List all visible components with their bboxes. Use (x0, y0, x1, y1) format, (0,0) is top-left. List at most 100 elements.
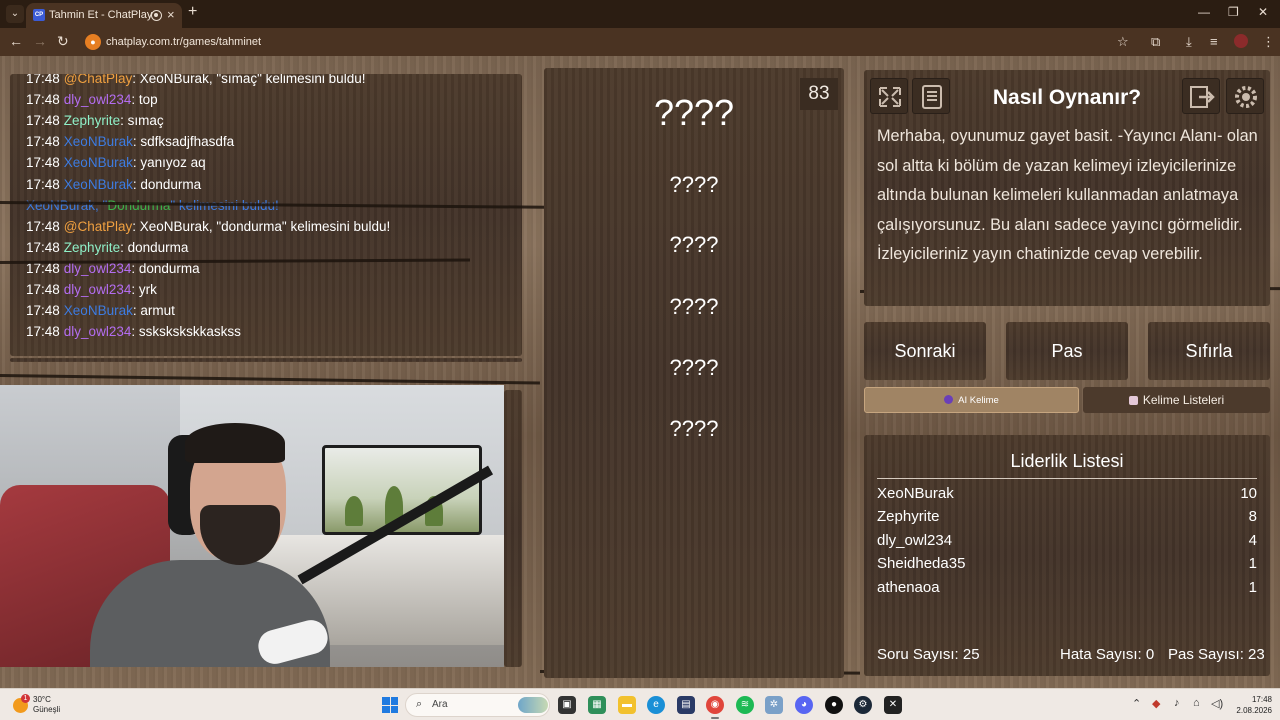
discord-icon[interactable]: ◕ (795, 696, 813, 714)
spotify-icon[interactable]: ≋ (736, 696, 754, 714)
leaderboard-row: athenaoa 1 (877, 579, 1257, 601)
new-tab-icon[interactable]: + (188, 3, 197, 21)
chatplay-favicon-icon: CP (33, 9, 45, 21)
chat-text: : top (131, 92, 158, 108)
chat-username[interactable]: XeoNBurak (64, 177, 133, 192)
browser-menu-icon[interactable]: ⋮ (1262, 34, 1275, 50)
edge-icon[interactable]: e (647, 696, 665, 714)
chat-username[interactable]: dly_owl234 (64, 92, 132, 107)
forbidden-word: ???? (669, 416, 719, 441)
chat-text: : armut (132, 303, 175, 319)
search-placeholder: Ara (432, 699, 448, 710)
system-clock[interactable]: 17:48 2.08.2026 (1232, 694, 1272, 716)
gear-icon[interactable] (1226, 78, 1264, 114)
chat-message: 17:48 XeoNBurak: armut (26, 303, 175, 318)
settings-app-icon[interactable]: ✲ (765, 696, 783, 714)
chat-username[interactable]: dly_owl234 (64, 282, 132, 297)
chat-username[interactable]: Zephyrite (64, 113, 120, 128)
taskbar-search[interactable]: ⌕ Ara (405, 693, 550, 717)
word-lists-label: Kelime Listeleri (1142, 393, 1225, 407)
exit-icon[interactable] (1182, 78, 1220, 114)
pass-button[interactable]: Pas (1006, 322, 1128, 380)
chat-text: : yanıyoz aq (132, 155, 206, 171)
tray-chevron-icon[interactable]: ⌃ (1132, 697, 1141, 710)
chat-text: : yrk (131, 282, 157, 297)
notification-badge: 1 (21, 694, 30, 703)
list-icon (1128, 396, 1138, 405)
webcam-feed (0, 385, 504, 667)
obs-icon[interactable]: ● (825, 696, 843, 714)
leaderboard-row: dly_owl234 4 (877, 532, 1257, 554)
player-name: Sheidheda35 (877, 555, 966, 572)
word-lists-tab[interactable]: Kelime Listeleri (1083, 387, 1270, 413)
back-icon[interactable]: ← (9, 33, 23, 49)
weather-widget[interactable]: 30°C Güneşli (33, 695, 60, 715)
chat-username[interactable]: XeoNBurak (64, 134, 133, 149)
media-control-icon[interactable]: ≡ (1210, 34, 1218, 49)
task-view-icon[interactable]: ▣ (558, 696, 576, 714)
how-to-play-text: Merhaba, oyunumuz gayet basit. -Yayıncı … (877, 127, 1258, 263)
forbidden-word: ???? (669, 294, 719, 319)
chat-username[interactable]: @ChatPlay (64, 219, 132, 234)
clock-time: 17:48 (1251, 695, 1272, 704)
forward-icon[interactable]: → (33, 33, 47, 49)
chat-username[interactable]: XeoNBurak (64, 155, 133, 170)
site-info-icon[interactable]: ● (85, 34, 101, 50)
browser-tab[interactable]: CP Tahmin Et - ChatPlay × (26, 3, 182, 28)
divider (877, 478, 1257, 479)
url-field[interactable]: chatplay.com.tr/games/tahminet (106, 36, 261, 48)
wood-crack (0, 374, 540, 385)
recording-icon (151, 10, 162, 21)
notes-icon[interactable] (912, 78, 950, 114)
reset-button[interactable]: Sıfırla (1148, 322, 1270, 380)
chat-timestamp: 17:48 (26, 218, 60, 234)
word-list-panel: 83 ???? ???? ???? ???? ???? ???? (544, 68, 844, 678)
extensions-icon[interactable]: ⧉ (1151, 34, 1160, 50)
chat-username[interactable]: dly_owl234 (64, 324, 132, 339)
leaderboard-row: XeoNBurak 10 (877, 485, 1257, 507)
next-button[interactable]: Sonraki (864, 322, 986, 380)
chat-timestamp: 17:48 (26, 74, 60, 86)
tab-close-icon[interactable]: × (167, 7, 175, 22)
chrome-icon[interactable]: ◉ (706, 696, 724, 719)
fullscreen-icon[interactable] (870, 78, 908, 114)
tab-search-icon[interactable]: ⌄ (6, 5, 24, 23)
leaderboard-row: Zephyrite 8 (877, 508, 1257, 530)
restore-icon[interactable]: ❐ (1228, 5, 1239, 19)
ai-word-tab[interactable]: AI Kelime (864, 387, 1079, 413)
leaderboard-row: Sheidheda35 1 (877, 555, 1257, 577)
profile-avatar[interactable] (1234, 34, 1248, 48)
start-windows-icon[interactable] (382, 697, 398, 713)
player-score: 8 (1248, 508, 1257, 525)
network-icon[interactable]: ⌂ (1193, 697, 1200, 709)
file-explorer-icon[interactable]: ▬ (618, 696, 636, 714)
microphone-icon[interactable]: ♪ (1174, 697, 1180, 709)
minimize-icon[interactable]: — (1198, 5, 1210, 19)
reload-icon[interactable]: ↻ (57, 33, 69, 50)
chat-username[interactable]: XeoNBurak (64, 303, 133, 318)
chat-timestamp: 17:48 (26, 113, 60, 129)
bookmark-star-icon[interactable]: ☆ (1117, 34, 1129, 50)
store-icon[interactable]: ▤ (677, 696, 695, 714)
game-page: 17:48 @ChatPlay: XeoNBurak, "sımaç" kelim… (0, 56, 1280, 688)
forbidden-word: ???? (669, 232, 719, 257)
chat-timestamp: 17:48 (26, 134, 60, 150)
chat-text: : dondurma (132, 176, 202, 192)
how-to-play-panel: Nasıl Oynanır? Merhaba, oyunumuz gayet b… (864, 70, 1270, 306)
address-bar: ← → ↻ ● chatplay.com.tr/games/tahminet ☆… (0, 28, 1280, 56)
chat-username[interactable]: XeoNBurak, " (26, 198, 107, 213)
steam-icon[interactable]: ⚙ (854, 696, 872, 714)
chat-message: 17:48 @ChatPlay: XeoNBurak, "sımaç" kelim… (26, 74, 365, 86)
player-name: XeoNBurak (877, 485, 954, 502)
capcut-icon[interactable]: ✕ (884, 696, 902, 714)
security-icon[interactable]: ◆ (1152, 697, 1160, 710)
ms-store-icon[interactable]: ▦ (588, 696, 606, 714)
weather-temp: 30°C (33, 695, 51, 704)
chat-timestamp: 17:48 (26, 92, 60, 108)
chat-username[interactable]: @ChatPlay (64, 74, 132, 86)
chat-username[interactable]: Zephyrite (64, 240, 120, 255)
ai-icon (944, 395, 954, 404)
window-close-icon[interactable]: ✕ (1258, 5, 1268, 19)
volume-icon[interactable]: ◁) (1211, 697, 1223, 710)
download-icon[interactable]: ⤓ (1186, 34, 1192, 50)
